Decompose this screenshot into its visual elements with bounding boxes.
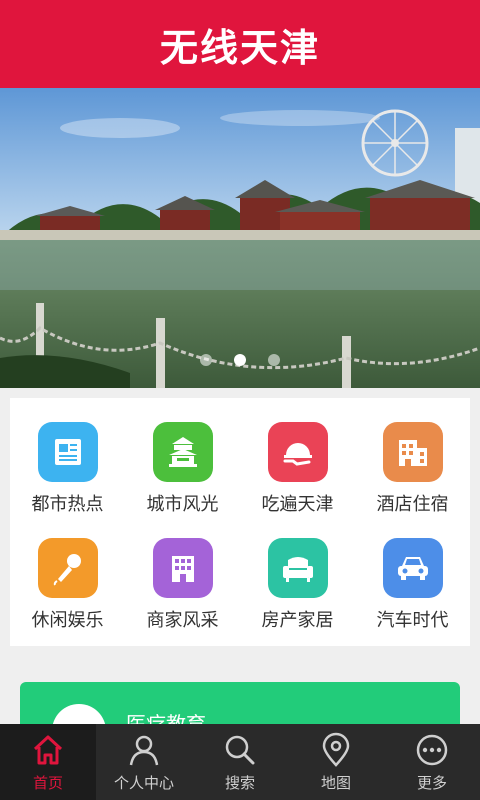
map-pin-icon: [322, 732, 350, 767]
category-label: 城市风光: [146, 494, 219, 515]
category-leisure[interactable]: 休闲娱乐: [10, 538, 125, 632]
category-label: 休闲娱乐: [31, 610, 104, 631]
category-label: 汽车时代: [376, 610, 449, 631]
category-real-estate[interactable]: 房产家居: [240, 538, 355, 632]
hotel-icon: [382, 422, 443, 482]
search-icon: [225, 735, 255, 765]
banner-image: [0, 88, 480, 388]
tab-map[interactable]: 地图: [288, 724, 384, 800]
category-merchants[interactable]: 商家风采: [125, 538, 240, 632]
tab-label: 个人中心: [113, 774, 174, 792]
more-icon: [416, 734, 448, 766]
category-grid: 都市热点 城市风光 吃遍天津 酒店住宿 休闲娱乐 商家风采 房产家居 汽车时代: [10, 398, 470, 646]
tab-label: 更多: [416, 774, 447, 792]
category-city-scenery[interactable]: 城市风光: [125, 422, 240, 516]
category-label: 商家风采: [146, 610, 219, 631]
tab-label: 首页: [32, 774, 63, 792]
bottom-tab-bar: 首页 个人中心 搜索 地图 更多: [0, 724, 480, 800]
carousel-dot[interactable]: [200, 354, 212, 366]
app-title: 无线天津: [159, 25, 320, 70]
sofa-icon: [267, 538, 328, 598]
category-label: 都市热点: [31, 494, 104, 515]
building-icon: [152, 538, 213, 598]
newspaper-icon: [37, 422, 98, 482]
tab-label: 地图: [320, 774, 351, 792]
category-automobile[interactable]: 汽车时代: [355, 538, 470, 632]
carousel-indicator: [0, 354, 480, 366]
category-urban-news[interactable]: 都市热点: [10, 422, 125, 516]
car-icon: [382, 538, 443, 598]
home-icon: [33, 735, 63, 765]
person-icon: [129, 735, 159, 766]
category-label: 吃遍天津: [261, 494, 334, 515]
tab-profile[interactable]: 个人中心: [96, 724, 192, 800]
temple-icon: [152, 422, 213, 482]
tab-more[interactable]: 更多: [384, 724, 480, 800]
tab-label: 搜索: [224, 774, 255, 792]
category-hotel[interactable]: 酒店住宿: [355, 422, 470, 516]
app-header: 无线天津: [0, 0, 480, 88]
category-food[interactable]: 吃遍天津: [240, 422, 355, 516]
microphone-icon: [37, 538, 98, 598]
tab-home[interactable]: 首页: [0, 724, 96, 800]
carousel-dot-active[interactable]: [234, 354, 246, 366]
category-label: 酒店住宿: [376, 494, 449, 515]
carousel-dot[interactable]: [268, 354, 280, 366]
category-label: 房产家居: [261, 610, 334, 631]
tab-search[interactable]: 搜索: [192, 724, 288, 800]
food-plate-icon: [267, 422, 328, 482]
banner-carousel[interactable]: [0, 88, 480, 388]
